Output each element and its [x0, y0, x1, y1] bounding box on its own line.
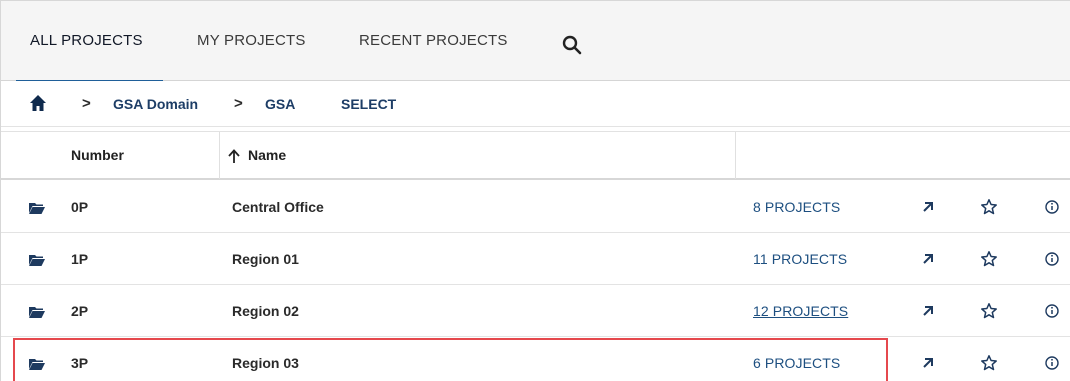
breadcrumb-separator: > [82, 95, 91, 112]
row-projects-link[interactable]: 8 PROJECTS [753, 182, 840, 233]
projects-panel: ALL PROJECTS MY PROJECTS RECENT PROJECTS… [0, 0, 1070, 381]
table-row[interactable]: 2P Region 02 12 PROJECTS [1, 286, 1070, 337]
column-divider [219, 132, 220, 179]
table-row[interactable]: 0P Central Office 8 PROJECTS [1, 182, 1070, 233]
column-header-name[interactable]: Name [248, 132, 286, 179]
folder-icon [29, 305, 45, 318]
info-icon[interactable] [1043, 198, 1061, 216]
row-name: Central Office [232, 199, 324, 215]
row-number: 1P [71, 251, 89, 267]
star-icon[interactable] [980, 250, 998, 268]
column-divider [735, 132, 736, 179]
row-number: 0P [71, 199, 89, 215]
tab-my-projects[interactable]: MY PROJECTS [197, 1, 306, 81]
row-projects-link[interactable]: 12 PROJECTS [753, 286, 848, 337]
row-projects-link[interactable]: 11 PROJECTS [753, 234, 847, 285]
star-icon[interactable] [980, 198, 998, 216]
star-icon[interactable] [980, 302, 998, 320]
row-number: 2P [71, 303, 89, 319]
row-name: Region 03 [232, 355, 299, 371]
info-icon[interactable] [1043, 302, 1061, 320]
row-projects-link[interactable]: 6 PROJECTS [753, 338, 840, 381]
breadcrumb: > GSA Domain > GSA SELECT [1, 81, 1070, 127]
column-header-number[interactable]: Number [71, 132, 124, 179]
home-icon[interactable] [28, 93, 48, 113]
breadcrumb-separator: > [234, 95, 243, 112]
search-icon[interactable] [561, 34, 583, 56]
breadcrumb-gsa-domain[interactable]: GSA Domain [113, 81, 198, 127]
table-header: Number Name [1, 131, 1070, 180]
select-button[interactable]: SELECT [341, 81, 396, 127]
info-icon[interactable] [1043, 354, 1061, 372]
open-arrow-icon[interactable] [919, 302, 937, 320]
open-arrow-icon[interactable] [919, 354, 937, 372]
folder-icon [29, 357, 45, 370]
table-row[interactable]: 3P Region 03 6 PROJECTS [1, 338, 1070, 381]
row-name: Region 01 [232, 251, 299, 267]
tab-bar: ALL PROJECTS MY PROJECTS RECENT PROJECTS [1, 1, 1070, 82]
row-number: 3P [71, 355, 89, 371]
open-arrow-icon[interactable] [919, 198, 937, 216]
sort-arrow-up-icon[interactable] [227, 148, 241, 164]
tab-all-projects[interactable]: ALL PROJECTS [16, 1, 163, 82]
table-row[interactable]: 1P Region 01 11 PROJECTS [1, 234, 1070, 285]
tab-recent-projects[interactable]: RECENT PROJECTS [359, 1, 508, 81]
star-icon[interactable] [980, 354, 998, 372]
folder-icon [29, 253, 45, 266]
open-arrow-icon[interactable] [919, 250, 937, 268]
row-name: Region 02 [232, 303, 299, 319]
folder-icon [29, 201, 45, 214]
info-icon[interactable] [1043, 250, 1061, 268]
breadcrumb-gsa[interactable]: GSA [265, 81, 295, 127]
